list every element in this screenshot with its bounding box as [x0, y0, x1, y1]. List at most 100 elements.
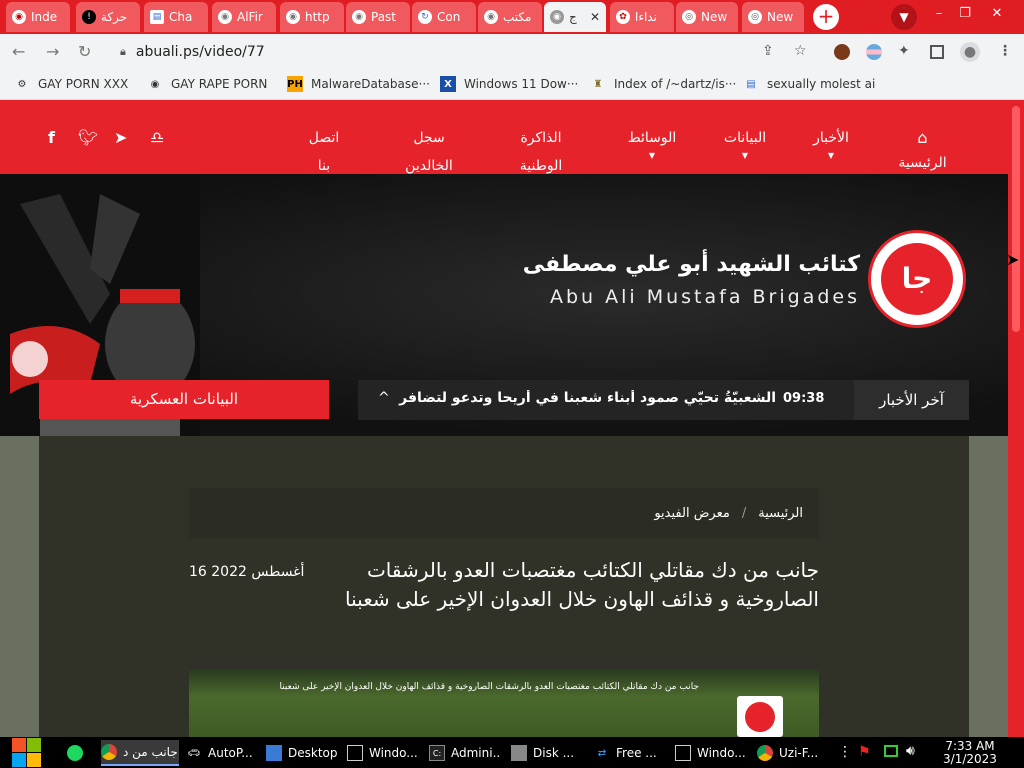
brand-english-title: Abu Ali Mustafa Brigades	[549, 286, 860, 308]
taskbar-item-windows-2[interactable]: Windo...	[675, 740, 745, 766]
scrollbar-thumb[interactable]	[1012, 106, 1020, 332]
ticker-arrow-icon[interactable]: ^	[378, 390, 390, 406]
tab-label: Past	[371, 10, 397, 24]
tab-7[interactable]: ↻ Con	[412, 2, 476, 32]
sidepanel-icon[interactable]	[930, 45, 944, 59]
disk-icon	[511, 745, 527, 761]
nav-martyrs[interactable]: سجل الخالدين	[384, 124, 474, 180]
tab-active[interactable]: ◉ ج ✕	[544, 2, 606, 32]
volume-icon[interactable]: 🔊︎	[906, 743, 915, 759]
start-button[interactable]	[10, 737, 44, 768]
bookmark-label: GAY PORN XXX	[38, 77, 129, 91]
facebook-icon[interactable]: f	[48, 128, 55, 147]
taskbar-item-autop[interactable]: 🚗︎ AutoP...	[186, 740, 256, 766]
video-player[interactable]: جانب من دك مقاتلي الكتائب مغتصبات العدو …	[189, 670, 819, 737]
logo-emblem: جا	[881, 243, 953, 315]
doc-icon: ▤	[746, 78, 756, 90]
brand-arabic-title: كتائب الشهيد أبو علي مصطفى	[522, 252, 860, 277]
network-icon[interactable]	[884, 745, 898, 757]
bookmark-3[interactable]: PH MalwareDatabase···	[287, 76, 430, 92]
nav-statements-label: البيانات	[723, 130, 767, 146]
restore-button[interactable]: ❐	[952, 2, 978, 26]
tab-label: New	[701, 10, 728, 24]
nav-contact[interactable]: اتصل بنا	[296, 124, 352, 180]
spotify-icon[interactable]	[67, 745, 83, 761]
nav-contact-line1: اتصل	[308, 130, 340, 146]
nav-media[interactable]: الوسائط ▼	[614, 124, 690, 160]
reload-button[interactable]: ↻	[78, 42, 91, 61]
flag-icon[interactable]: ⚑	[858, 744, 871, 760]
close-tab-icon[interactable]: ✕	[590, 10, 600, 24]
breadcrumb-home[interactable]: الرئيسية	[758, 506, 803, 521]
minimize-button[interactable]: –	[926, 2, 952, 26]
new-tab-button[interactable]: +	[813, 4, 839, 30]
odnoklassniki-icon[interactable]: ♎︎	[150, 128, 164, 147]
taskbar-item-chrome[interactable]: جانب من د...	[101, 740, 179, 766]
bookmark-5[interactable]: ♜ Index of /~dartz/is···	[590, 76, 737, 92]
military-statements-button[interactable]: البيانات العسكرية	[39, 380, 329, 419]
taskbar-item-disk[interactable]: Disk ...	[511, 740, 581, 766]
forward-button[interactable]: →	[46, 42, 59, 61]
x-icon: X	[440, 76, 456, 92]
tab-8[interactable]: ◉ مكتب	[478, 2, 542, 32]
nav-memory[interactable]: الذاكرة الوطنية	[496, 124, 586, 180]
nav-news[interactable]: الأخبار ▼	[798, 124, 864, 160]
globe-icon: ◉	[550, 10, 564, 24]
ticker-headline[interactable]: الشعبيّةُ تحيّي صمود أبناء شعبنا في أريح…	[396, 390, 776, 406]
more-icon[interactable]: ⋮	[838, 744, 852, 760]
extension-flag-icon[interactable]	[866, 44, 882, 60]
tab-1[interactable]: ◉ Inde	[6, 2, 70, 32]
twitter-icon[interactable]: 🐦︎	[78, 128, 98, 147]
caret-down-icon: ▼	[741, 151, 749, 160]
taskbar-item-admin[interactable]: C: Admini...	[429, 740, 499, 766]
bookmark-2[interactable]: ◉ GAY RAPE PORN	[147, 76, 268, 92]
bookmark-4[interactable]: X Windows 11 Dow···	[440, 76, 578, 92]
extension-avatar-icon[interactable]	[834, 44, 850, 60]
tab-10[interactable]: ✿ نداءا	[610, 2, 674, 32]
clock-date: 3/1/2023	[943, 752, 997, 766]
taskbar-item-desktop[interactable]: Desktop	[266, 740, 340, 766]
tab-12[interactable]: ◎ New	[742, 2, 804, 32]
taskbar-label: Windo...	[697, 746, 745, 760]
taskbar-item-uzi[interactable]: Uzi-F...	[757, 740, 827, 766]
tab-4[interactable]: ◉ AlFir	[212, 2, 276, 32]
taskbar-item-free[interactable]: ⇄ Free ...	[594, 740, 664, 766]
video-caption: جانب من دك مقاتلي الكتائب مغتصبات العدو …	[279, 682, 699, 692]
globe-icon: ◉	[218, 10, 232, 24]
menu-icon[interactable]: ⋮	[998, 43, 1012, 59]
nav-news-label: الأخبار	[813, 130, 849, 146]
tab-label: New	[767, 10, 794, 24]
nav-martyrs-line1: سجل	[413, 130, 445, 146]
tab-search-button[interactable]: ▼	[891, 4, 917, 30]
bookmark-6[interactable]: ▤ sexually molest ai	[743, 76, 875, 92]
taskbar-clock[interactable]: 7:33 AM 3/1/2023	[930, 740, 1010, 766]
web-page: f 🐦︎ ➤ ♎︎ اتصل بنا سجل الخالدين الذاكرة الو…	[0, 100, 1008, 737]
emblem-icon: ✿	[616, 10, 630, 24]
caret-down-icon: ▼	[648, 151, 656, 160]
share-icon[interactable]: ⇪	[762, 43, 774, 59]
page-scrollbar[interactable]	[1008, 100, 1024, 737]
nav-statements[interactable]: البيانات ▼	[712, 124, 778, 160]
tab-11[interactable]: ◎ New	[676, 2, 738, 32]
back-button[interactable]: ←	[12, 42, 25, 61]
tab-2[interactable]: ! حركة	[76, 2, 140, 32]
lock-icon: 🔒︎	[120, 45, 126, 58]
ticker-label: آخر الأخبار	[854, 380, 969, 420]
gear-icon: ⚙	[17, 78, 27, 90]
tab-3[interactable]: ▤ Cha	[144, 2, 208, 32]
bookmark-1[interactable]: ⚙ GAY PORN XXX	[14, 76, 129, 92]
tab-label: حركة	[101, 10, 128, 24]
bookmark-label: Windows 11 Dow···	[464, 77, 579, 91]
alert-icon: !	[82, 10, 96, 24]
address-bar[interactable]: 🔒︎ abuali.ps/video/77	[108, 38, 822, 66]
puzzle-icon[interactable]: ✦	[898, 43, 910, 59]
tab-5[interactable]: ◉ http	[280, 2, 344, 32]
star-icon[interactable]: ☆	[794, 43, 807, 59]
windows-logo-q4	[27, 753, 41, 767]
close-window-button[interactable]: ✕	[984, 2, 1010, 26]
url-text: abuali.ps/video/77	[135, 44, 265, 60]
taskbar-item-windows-1[interactable]: Windo...	[347, 740, 417, 766]
profile-icon[interactable]: ●	[960, 42, 980, 62]
telegram-icon[interactable]: ➤	[114, 128, 127, 147]
tab-6[interactable]: ◉ Past	[346, 2, 410, 32]
